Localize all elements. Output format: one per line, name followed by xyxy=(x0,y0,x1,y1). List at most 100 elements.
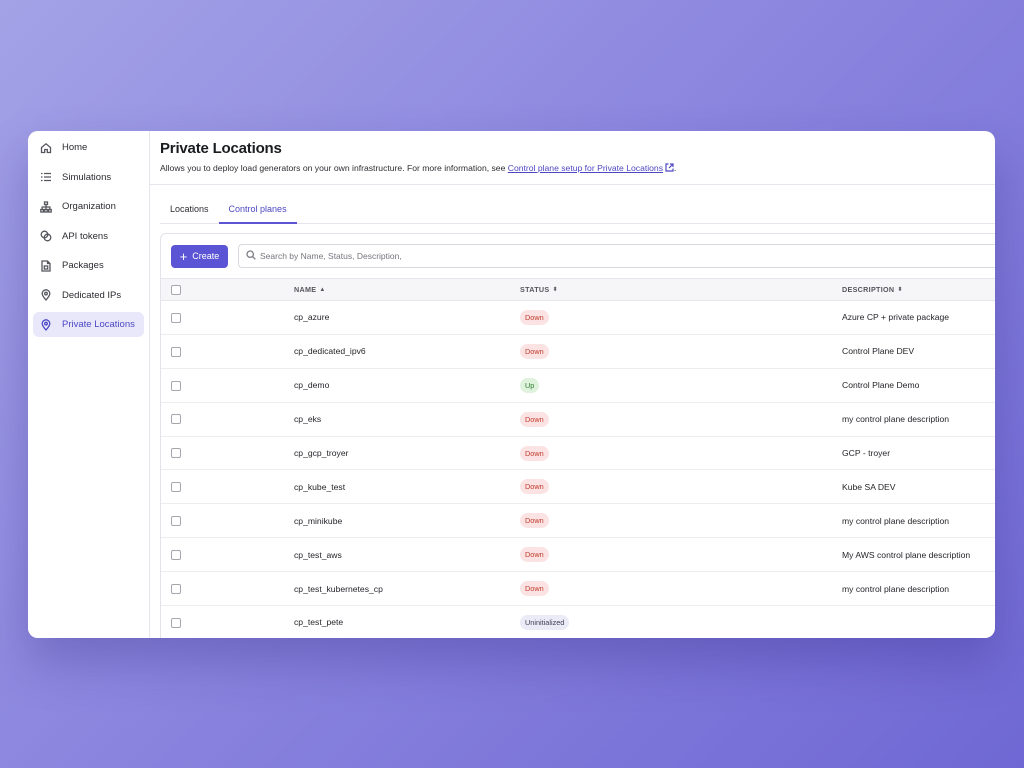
row-name: cp_test_kubernetes_cp xyxy=(294,583,383,594)
sidebar-item-private-locations[interactable]: Private Locations xyxy=(33,312,144,337)
row-name: cp_eks xyxy=(294,414,322,425)
row-name: cp_gcp_troyer xyxy=(294,448,349,458)
location-pin-icon xyxy=(39,318,53,332)
org-tree-icon xyxy=(39,200,53,214)
table-body: cp_azure Down Azure CP + private package… xyxy=(161,301,995,639)
plus-icon: + xyxy=(179,248,188,264)
status-badge: Down xyxy=(520,479,549,495)
column-header-name[interactable]: NAME ▲ xyxy=(294,279,520,301)
control-planes-table: NAME ▲ STATUS ⬍ DESCRIPTION ⬍ cp_azure Down… xyxy=(161,278,995,638)
status-badge: Down xyxy=(520,343,549,359)
sidebar-item-api-tokens[interactable]: API tokens xyxy=(33,224,144,249)
sort-icon: ⬍ xyxy=(897,287,903,293)
page-title: Private Locations xyxy=(160,140,282,157)
row-description: GCP - troyer xyxy=(842,448,891,458)
table-row[interactable]: cp_dedicated_ipv6 Down Control Plane DEV xyxy=(161,334,995,369)
row-description: Control Plane DEV xyxy=(842,346,915,357)
table-row[interactable]: cp_test_pete Uninitialized xyxy=(161,606,995,638)
sidebar-item-label: Packages xyxy=(62,260,104,271)
sort-icon: ⬍ xyxy=(552,287,558,293)
select-all-checkbox[interactable] xyxy=(171,284,181,295)
status-badge: Down xyxy=(520,309,549,325)
row-checkbox[interactable] xyxy=(171,617,181,628)
sidebar-item-packages[interactable]: Packages xyxy=(33,253,144,278)
search-box xyxy=(238,244,995,268)
table-header-row: NAME ▲ STATUS ⬍ DESCRIPTION ⬍ xyxy=(161,278,995,301)
main-content: Private Locations Allows you to deploy l… xyxy=(150,131,995,638)
row-name: cp_test_aws xyxy=(294,549,342,560)
page-description-text: Allows you to deploy load generators on … xyxy=(160,163,508,173)
external-link-icon[interactable] xyxy=(665,163,674,172)
package-icon xyxy=(39,259,53,273)
search-icon xyxy=(246,247,256,265)
table-row[interactable]: cp_minikube Down my control plane descri… xyxy=(161,504,995,538)
sidebar-item-home[interactable]: Home xyxy=(33,135,144,160)
row-checkbox[interactable] xyxy=(171,312,181,323)
list-icon xyxy=(39,170,53,184)
page-description-end: . xyxy=(674,163,677,173)
sidebar-item-organization[interactable]: Organization xyxy=(33,194,144,219)
status-badge: Down xyxy=(520,411,549,427)
search-input[interactable] xyxy=(260,251,560,261)
status-badge: Down xyxy=(520,547,549,563)
table-row[interactable]: cp_test_aws Down My AWS control plane de… xyxy=(161,538,995,572)
sidebar-item-dedicated-ips[interactable]: Dedicated IPs xyxy=(33,283,144,308)
row-checkbox[interactable] xyxy=(171,380,181,391)
sidebar: Home Simulations Organization API tokens… xyxy=(28,131,150,638)
table-row[interactable]: cp_demo Up Control Plane Demo xyxy=(161,368,995,403)
home-icon xyxy=(39,141,53,155)
create-button[interactable]: + Create xyxy=(171,244,228,268)
table-row[interactable]: cp_azure Down Azure CP + private package xyxy=(161,301,995,335)
table-row[interactable]: cp_gcp_troyer Down GCP - troyer xyxy=(161,436,995,470)
table-row[interactable]: cp_eks Down my control plane description xyxy=(161,402,995,437)
table-row[interactable]: cp_kube_test Down Kube SA DEV xyxy=(161,470,995,504)
sidebar-item-label: Private Locations xyxy=(62,319,135,330)
status-badge: Uninitialized xyxy=(520,614,570,630)
create-button-label: Create xyxy=(192,251,220,261)
status-badge: Down xyxy=(520,445,549,461)
sidebar-item-label: Home xyxy=(62,142,88,153)
row-description: my control plane description xyxy=(842,515,949,526)
sidebar-item-label: Simulations xyxy=(62,171,112,183)
row-checkbox[interactable] xyxy=(171,448,181,459)
column-header-description[interactable]: DESCRIPTION ⬍ xyxy=(842,279,995,301)
row-description xyxy=(842,606,995,638)
row-name: cp_azure xyxy=(294,312,330,323)
page-description: Allows you to deploy load generators on … xyxy=(160,163,985,173)
row-name: cp_demo xyxy=(294,380,330,391)
row-description: Azure CP + private package xyxy=(842,312,950,323)
row-name: cp_minikube xyxy=(294,515,343,526)
status-badge: Down xyxy=(520,581,549,597)
row-checkbox[interactable] xyxy=(171,516,181,527)
row-name: cp_kube_test xyxy=(294,481,346,492)
row-name: cp_dedicated_ipv6 xyxy=(294,346,366,357)
status-badge: Down xyxy=(520,513,549,529)
row-description: My AWS control plane description xyxy=(842,549,971,560)
row-description: Control Plane Demo xyxy=(842,380,920,391)
status-badge: Up xyxy=(520,377,540,393)
sidebar-item-simulations[interactable]: Simulations xyxy=(33,165,144,190)
row-name: cp_test_pete xyxy=(294,617,344,628)
tab-bar: Locations Control planes xyxy=(160,195,995,224)
docs-link[interactable]: Control plane setup for Private Location… xyxy=(508,163,663,173)
row-checkbox[interactable] xyxy=(171,414,181,425)
sidebar-item-label: Organization xyxy=(62,201,116,212)
sort-asc-icon: ▲ xyxy=(319,287,326,293)
tab-control-planes[interactable]: Control planes xyxy=(218,195,297,224)
location-pin-icon xyxy=(39,288,53,302)
toolbar: + Create xyxy=(161,234,995,278)
column-header-status[interactable]: STATUS ⬍ xyxy=(520,279,842,301)
page-header: Private Locations Allows you to deploy l… xyxy=(150,131,995,185)
sidebar-item-label: Dedicated IPs xyxy=(62,289,122,301)
row-checkbox[interactable] xyxy=(171,482,181,493)
row-checkbox[interactable] xyxy=(171,346,181,357)
control-planes-panel: + Create NAME▲ STATUS⬍ DESCRIPTION⬍ xyxy=(160,233,995,638)
app-window: Home Simulations Organization API tokens… xyxy=(28,131,995,638)
row-description: Kube SA DEV xyxy=(842,481,896,492)
row-description: my control plane description xyxy=(842,414,949,425)
row-checkbox[interactable] xyxy=(171,550,181,561)
tab-locations[interactable]: Locations xyxy=(160,195,219,223)
table-row[interactable]: cp_test_kubernetes_cp Down my control pl… xyxy=(161,572,995,606)
row-checkbox[interactable] xyxy=(171,583,181,594)
sidebar-item-label: API tokens xyxy=(62,230,108,242)
